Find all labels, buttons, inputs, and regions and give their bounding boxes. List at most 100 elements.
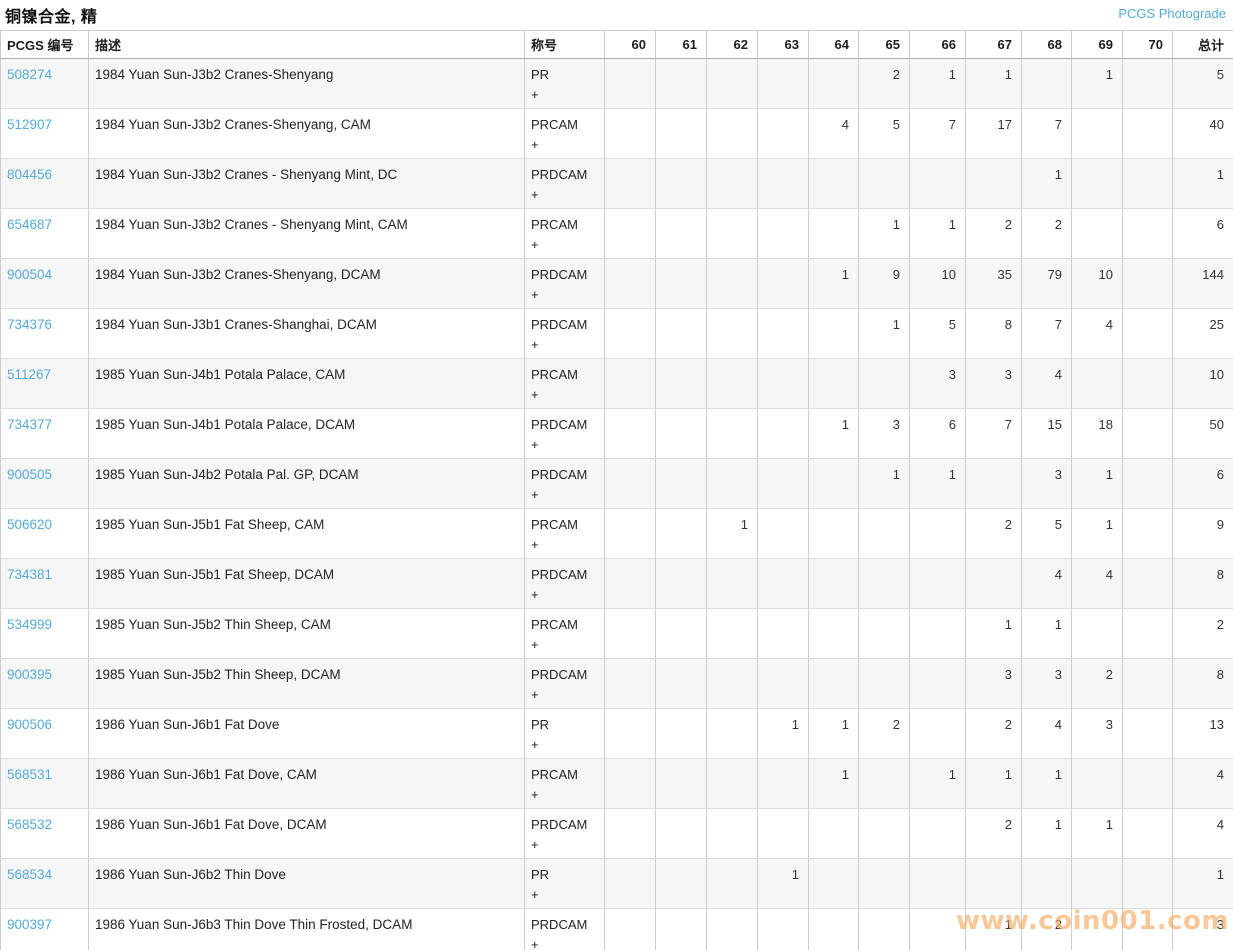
grade-68-count-cell: 15 (1022, 409, 1072, 459)
pcgs-number-link[interactable]: 900505 (7, 467, 52, 482)
grade-68-count-cell: 1 (1022, 609, 1072, 659)
pcgs-number-cell: 511267 (1, 359, 89, 409)
grade-63-count-cell (758, 609, 809, 659)
grade-65-count-cell: 9 (859, 259, 910, 309)
coin-description-cell: 1985 Yuan Sun-J4b1 Potala Palace, DCAM (89, 409, 525, 459)
grade-62-count-cell: 1 (707, 509, 758, 559)
pcgs-number-link[interactable]: 512907 (7, 117, 52, 132)
pcgs-number-link[interactable]: 734377 (7, 417, 52, 432)
grade-70-count-cell (1123, 109, 1173, 159)
designation-label: PR (531, 867, 598, 882)
designation-plus-label: + (531, 837, 598, 852)
designation-cell: PRDCAM + (525, 559, 605, 609)
grade-64-count-cell (809, 359, 859, 409)
coin-description-cell: 1984 Yuan Sun-J3b1 Cranes-Shanghai, DCAM (89, 309, 525, 359)
grade-60-count-cell (605, 309, 656, 359)
designation-cell: PRDCAM + (525, 409, 605, 459)
coin-description-cell: 1985 Yuan Sun-J5b1 Fat Sheep, CAM (89, 509, 525, 559)
grade-66-count-cell: 1 (910, 759, 966, 809)
grade-66-count-cell: 7 (910, 109, 966, 159)
grade-68-count-cell: 3 (1022, 459, 1072, 509)
grade-67-count-cell: 3 (966, 659, 1022, 709)
column-header-description: 描述 (89, 31, 525, 59)
pcgs-number-link[interactable]: 568534 (7, 867, 52, 882)
section-title: 铜镍合金, 精 (5, 3, 97, 27)
pcgs-number-link[interactable]: 900397 (7, 917, 52, 932)
grade-65-count-cell (859, 659, 910, 709)
pcgs-number-link[interactable]: 506620 (7, 517, 52, 532)
pcgs-number-cell: 734376 (1, 309, 89, 359)
designation-cell: PRCAM + (525, 359, 605, 409)
pcgs-number-link[interactable]: 534999 (7, 617, 52, 632)
grade-66-count-cell (910, 559, 966, 609)
designation-plus-label: + (531, 787, 598, 802)
grade-65-count-cell: 1 (859, 459, 910, 509)
table-row: 508274 1984 Yuan Sun-J3b2 Cranes-Shenyan… (1, 59, 1233, 109)
pcgs-number-link[interactable]: 804456 (7, 167, 52, 182)
total-count-cell: 8 (1173, 559, 1233, 609)
total-count-cell: 1 (1173, 859, 1233, 909)
pcgs-number-cell: 568531 (1, 759, 89, 809)
pcgs-number-link[interactable]: 900504 (7, 267, 52, 282)
grade-62-count-cell (707, 759, 758, 809)
pcgs-number-link[interactable]: 511267 (7, 367, 51, 382)
grade-62-count-cell (707, 409, 758, 459)
grade-61-count-cell (656, 409, 707, 459)
grade-67-count-cell (966, 459, 1022, 509)
grade-68-count-cell (1022, 59, 1072, 109)
grade-61-count-cell (656, 309, 707, 359)
grade-65-count-cell: 1 (859, 209, 910, 259)
total-count-cell: 4 (1173, 759, 1233, 809)
grade-70-count-cell (1123, 909, 1173, 950)
pcgs-number-link[interactable]: 900506 (7, 717, 52, 732)
designation-label: PR (531, 67, 598, 82)
column-header-grade-61: 61 (656, 31, 707, 59)
designation-label: PRDCAM (531, 667, 598, 682)
grade-68-count-cell: 5 (1022, 509, 1072, 559)
grade-60-count-cell (605, 259, 656, 309)
grade-68-count-cell: 1 (1022, 809, 1072, 859)
grade-63-count-cell (758, 759, 809, 809)
grade-62-count-cell (707, 59, 758, 109)
grade-65-count-cell (859, 159, 910, 209)
designation-label: PRCAM (531, 367, 598, 382)
pcgs-number-link[interactable]: 900395 (7, 667, 52, 682)
designation-label: PRDCAM (531, 267, 598, 282)
grade-66-count-cell (910, 659, 966, 709)
pcgs-number-link[interactable]: 568531 (7, 767, 52, 782)
total-count-cell: 9 (1173, 509, 1233, 559)
grade-66-count-cell (910, 159, 966, 209)
column-header-grade-62: 62 (707, 31, 758, 59)
designation-label: PR (531, 717, 598, 732)
designation-plus-label: + (531, 187, 598, 202)
designation-cell: PRCAM + (525, 509, 605, 559)
coin-description: 1986 Yuan Sun-J6b1 Fat Dove, CAM (95, 767, 317, 782)
coin-description: 1984 Yuan Sun-J3b2 Cranes - Shenyang Min… (95, 217, 408, 232)
grade-65-count-cell: 1 (859, 309, 910, 359)
pcgs-photograde-link[interactable]: PCGS Photograde (1118, 6, 1226, 21)
grade-62-count-cell (707, 859, 758, 909)
grade-67-count-cell: 3 (966, 359, 1022, 409)
pcgs-number-link[interactable]: 568532 (7, 817, 52, 832)
coin-description-cell: 1986 Yuan Sun-J6b3 Thin Dove Thin Froste… (89, 909, 525, 950)
grade-61-count-cell (656, 59, 707, 109)
grade-62-count-cell (707, 459, 758, 509)
column-header-grade-67: 67 (966, 31, 1022, 59)
grade-69-count-cell: 1 (1072, 809, 1123, 859)
column-header-grade-69: 69 (1072, 31, 1123, 59)
table-row: 734377 1985 Yuan Sun-J4b1 Potala Palace,… (1, 409, 1233, 459)
grade-66-count-cell (910, 709, 966, 759)
grade-60-count-cell (605, 909, 656, 950)
pcgs-number-link[interactable]: 734381 (7, 567, 52, 582)
pcgs-number-link[interactable]: 734376 (7, 317, 52, 332)
coin-description-cell: 1984 Yuan Sun-J3b2 Cranes - Shenyang Min… (89, 209, 525, 259)
pcgs-number-link[interactable]: 654687 (7, 217, 52, 232)
grade-64-count-cell: 1 (809, 409, 859, 459)
table-row: 900506 1986 Yuan Sun-J6b1 Fat Dove PR + … (1, 709, 1233, 759)
pcgs-number-link[interactable]: 508274 (7, 67, 52, 82)
designation-label: PRDCAM (531, 467, 598, 482)
grade-65-count-cell: 3 (859, 409, 910, 459)
table-row: 900504 1984 Yuan Sun-J3b2 Cranes-Shenyan… (1, 259, 1233, 309)
pcgs-number-cell: 900506 (1, 709, 89, 759)
coin-description-cell: 1985 Yuan Sun-J4b2 Potala Pal. GP, DCAM (89, 459, 525, 509)
